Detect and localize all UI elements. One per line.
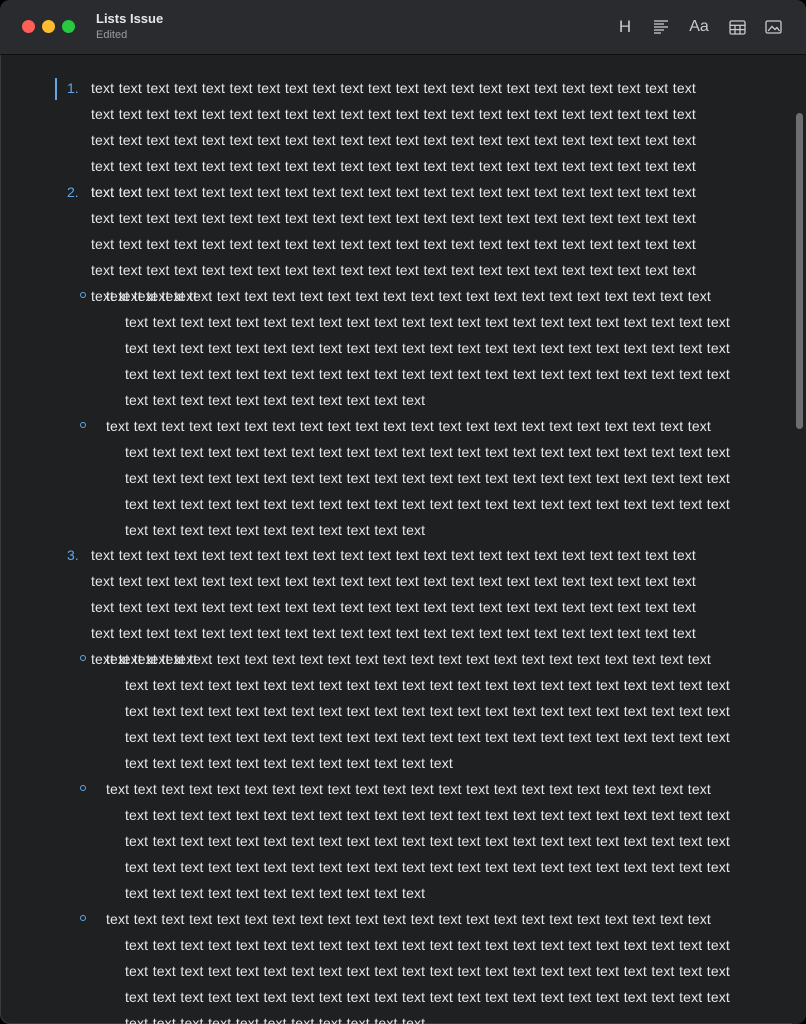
- toolbar: H Aa: [614, 14, 784, 40]
- editor-area[interactable]: 1. text text text text text text text te…: [0, 55, 790, 1024]
- nested-list-item-text: text text text text text text text text …: [106, 288, 730, 408]
- font-button[interactable]: Aa: [686, 14, 712, 40]
- bullet-icon: [80, 292, 86, 298]
- title-bar: Lists Issue Edited H Aa: [0, 0, 806, 55]
- bullet-icon: [80, 422, 86, 428]
- bullet-icon: [80, 655, 86, 661]
- vertical-scrollbar[interactable]: [792, 55, 806, 1024]
- nested-list-item[interactable]: text text text text text text text text …: [106, 413, 736, 543]
- nested-list-item-text: text text text text text text text text …: [106, 651, 730, 771]
- nested-list-item-text: text text text text text text text text …: [106, 781, 730, 901]
- insert-table-button[interactable]: [726, 14, 748, 40]
- nested-list-item-text: text text text text text text text text …: [106, 911, 730, 1024]
- document-status: Edited: [96, 29, 128, 41]
- font-icon: Aa: [689, 18, 709, 35]
- list-item-number: 3.: [67, 547, 79, 563]
- nested-list-item[interactable]: text text text text text text text text …: [106, 906, 736, 1024]
- heading-icon: H: [618, 17, 632, 36]
- minimize-window-button[interactable]: [42, 20, 55, 33]
- scrollbar-thumb[interactable]: [796, 113, 803, 429]
- bullet-icon: [80, 915, 86, 921]
- paragraph-format-button[interactable]: [650, 14, 672, 40]
- text-cursor: [55, 78, 57, 100]
- nested-list-item[interactable]: text text text text text text text text …: [106, 776, 736, 906]
- close-window-button[interactable]: [22, 20, 35, 33]
- list-item-number: 2.: [67, 184, 79, 200]
- insert-image-button[interactable]: [762, 14, 784, 40]
- nested-list-item-text: text text text text text text text text …: [106, 418, 730, 538]
- document-title: Lists Issue: [96, 11, 164, 26]
- heading-button[interactable]: H: [614, 14, 636, 40]
- image-icon: [764, 20, 782, 34]
- nested-list-item[interactable]: text text text text text text text text …: [106, 283, 736, 413]
- app-window: Lists Issue Edited H Aa 1. text text tex…: [0, 0, 806, 1024]
- table-icon: [728, 19, 746, 35]
- zoom-window-button[interactable]: [62, 20, 75, 33]
- nested-list-item[interactable]: text text text text text text text text …: [106, 646, 736, 776]
- list-item-number: 1.: [67, 80, 79, 96]
- text-align-icon: [654, 20, 668, 34]
- bullet-icon: [80, 785, 86, 791]
